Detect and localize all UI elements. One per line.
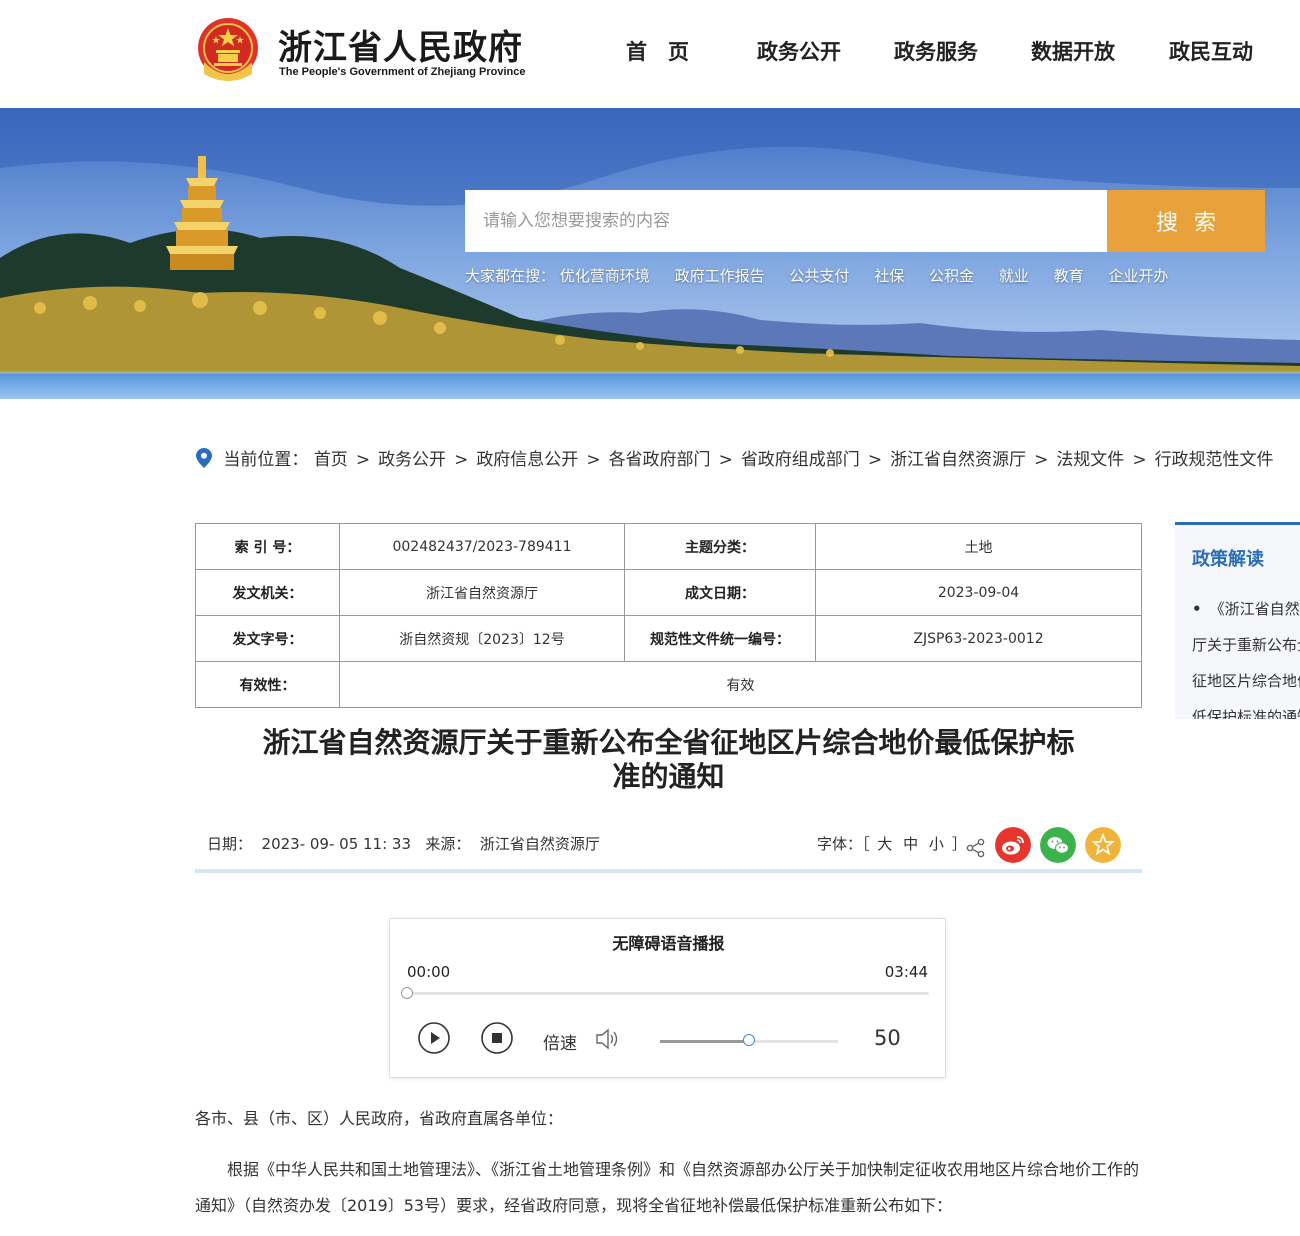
hot-search-label: 大家都在搜： <box>465 267 556 285</box>
breadcrumb-separator: > <box>718 450 733 470</box>
font-size-bracket: ］ <box>951 835 967 853</box>
breadcrumb-item[interactable]: 各省政府部门 <box>609 450 711 470</box>
breadcrumb-item[interactable]: 省政府组成部门 <box>741 450 860 470</box>
breadcrumb-separator: > <box>454 450 469 470</box>
hot-search-item[interactable]: 公共支付 <box>789 267 849 285</box>
article-paragraph: 根据《中华人民共和国土地管理法》、《浙江省土地管理条例》和《自然资源部办公厅关于… <box>195 1160 1140 1215</box>
info-value: ZJSP63-2023-0012 <box>815 615 1142 662</box>
current-time: 00:00 <box>407 963 451 981</box>
volume-icon[interactable] <box>595 1027 621 1051</box>
breadcrumb-separator: > <box>1132 450 1147 470</box>
info-key: 主题分类： <box>624 523 816 570</box>
table-row: 索 引 号： 002482437/2023-789411 主题分类： 土地 <box>195 523 1142 570</box>
info-key: 有效性： <box>195 661 340 708</box>
hot-search-item[interactable]: 教育 <box>1054 267 1084 285</box>
playback-speed-button[interactable]: 倍速 <box>543 1029 577 1054</box>
table-row: 有效性： 有效 <box>195 661 1142 708</box>
info-key: 发文机关： <box>195 569 340 616</box>
hot-search-item[interactable]: 公积金 <box>929 267 974 285</box>
play-icon[interactable] <box>418 1022 450 1054</box>
weibo-share-icon[interactable] <box>995 827 1031 863</box>
article-title-line: 准的通知 <box>612 760 725 793</box>
nav-gov-services[interactable]: 政务服务 <box>894 36 978 66</box>
nav-open-data[interactable]: 数据开放 <box>1031 36 1115 66</box>
location-pin-icon <box>196 448 212 468</box>
info-value: 002482437/2023-789411 <box>339 523 625 570</box>
duration: 03:44 <box>884 963 928 981</box>
stop-icon[interactable] <box>481 1022 513 1054</box>
volume-value: 50 <box>874 1026 901 1050</box>
search-input[interactable] <box>465 190 1107 252</box>
site-header: 浙江省人民政府 The People's Government of Zheji… <box>0 0 1300 108</box>
article-title: 浙江省自然资源厅关于重新公布全省征地区片综合地价最低保护标 准的通知 <box>195 726 1142 794</box>
search-button[interactable]: 搜索 <box>1107 190 1265 252</box>
info-key: 规范性文件统一编号： <box>624 615 816 662</box>
article-title-line: 浙江省自然资源厅关于重新公布全省征地区片综合地价最低保护标 <box>262 726 1075 759</box>
info-value: 浙江省自然资源厅 <box>339 569 625 616</box>
volume-handle[interactable] <box>743 1034 755 1046</box>
table-row: 发文字号： 浙自然资规〔2023〕12号 规范性文件统一编号： ZJSP63-2… <box>195 615 1142 662</box>
table-row: 发文机关： 浙江省自然资源厅 成文日期： 2023-09-04 <box>195 569 1142 616</box>
breadcrumb: 当前位置： 首页 > 政务公开 > 政府信息公开 > 各省政府部门 > 省政府组成部门 > 浙江省自… <box>196 445 1274 470</box>
font-small-button[interactable]: 小 <box>929 835 944 853</box>
west-lake-scenery-image <box>0 108 1300 399</box>
breadcrumb-item[interactable]: 浙江省自然资源厅 <box>890 450 1026 470</box>
font-medium-button[interactable]: 中 <box>903 835 918 853</box>
progress-handle[interactable] <box>401 987 413 999</box>
font-size-switcher: 字体：［ 大 中 小 ］ <box>817 833 967 854</box>
breadcrumb-item[interactable]: 政府信息公开 <box>476 450 578 470</box>
document-info-table: 索 引 号： 002482437/2023-789411 主题分类： 土地 发文… <box>195 523 1142 708</box>
hot-search-item[interactable]: 企业开办 <box>1108 267 1168 285</box>
breadcrumb-item[interactable]: 行政规范性文件 <box>1155 450 1274 470</box>
progress-track[interactable] <box>407 992 929 995</box>
breadcrumb-separator: > <box>355 450 371 470</box>
hot-search-item[interactable]: 政府工作报告 <box>675 267 765 285</box>
info-value: 2023-09-04 <box>815 569 1142 616</box>
info-value: 浙自然资规〔2023〕12号 <box>339 615 625 662</box>
info-value: 有效 <box>339 661 1142 708</box>
site-subtitle: The People's Government of Zhejiang Prov… <box>279 66 526 78</box>
hot-search-item[interactable]: 优化营商环境 <box>560 267 650 285</box>
panel-title: 政策解读 <box>1192 549 1264 570</box>
share-icon[interactable] <box>966 838 986 858</box>
info-key: 发文字号： <box>195 615 340 662</box>
breadcrumb-separator: > <box>867 450 883 470</box>
font-large-button[interactable]: 大 <box>877 835 892 853</box>
hero-banner <box>0 108 1300 399</box>
breadcrumb-item[interactable]: 法规文件 <box>1056 450 1124 470</box>
info-key: 成文日期： <box>624 569 816 616</box>
nav-home[interactable]: 首 页 <box>626 36 689 66</box>
breadcrumb-separator: > <box>1034 450 1049 470</box>
bullet-icon: • <box>1192 600 1202 618</box>
accessibility-audio-player: 无障碍语音播报 00:00 03:44 倍速 50 <box>389 918 946 1078</box>
breadcrumb-label: 当前位置： <box>223 450 309 470</box>
national-emblem-icon <box>198 18 258 81</box>
font-size-label: 字体：［ <box>817 835 870 853</box>
breadcrumb-item[interactable]: 首页 <box>314 450 348 470</box>
hot-search-list: 大家都在搜： 优化营商环境 政府工作报告 公共支付 社保 公积金 就业 教育 企… <box>465 265 1188 286</box>
article-meta: 日期： 2023- 09- 05 11: 33 来源： 浙江省自然资源厅 <box>207 835 600 853</box>
favorite-star-icon[interactable] <box>1085 827 1121 863</box>
breadcrumb-item[interactable]: 政务公开 <box>378 450 446 470</box>
volume-fill <box>660 1040 749 1043</box>
title-divider <box>195 869 1142 873</box>
site-title[interactable]: 浙江省人民政府 <box>278 20 523 69</box>
hot-search-item[interactable]: 就业 <box>999 267 1029 285</box>
info-key: 索 引 号： <box>195 523 340 570</box>
policy-interpretation-link[interactable]: •《浙江省自然资源厅关于重新公布全省征地区片综合地价最低保护标准的通知（征求意见… <box>1192 591 1300 719</box>
hot-search-item[interactable]: 社保 <box>874 267 904 285</box>
policy-interpretation-panel: 政策解读 •《浙江省自然资源厅关于重新公布全省征地区片综合地价最低保护标准的通知… <box>1175 522 1300 719</box>
article-salutation: 各市、县（市、区）人民政府，省政府直属各单位： <box>195 1109 564 1128</box>
info-value: 土地 <box>815 523 1142 570</box>
policy-interpretation-text[interactable]: 《浙江省自然资源厅关于重新公布全省征地区片综合地价最低保护标准的通知（征求意见稿… <box>1192 600 1300 719</box>
breadcrumb-separator: > <box>586 450 601 470</box>
nav-gov-affairs-open[interactable]: 政务公开 <box>757 36 841 66</box>
player-title: 无障碍语音播报 <box>612 934 725 953</box>
wechat-share-icon[interactable] <box>1040 827 1076 863</box>
nav-interaction[interactable]: 政民互动 <box>1169 36 1253 66</box>
